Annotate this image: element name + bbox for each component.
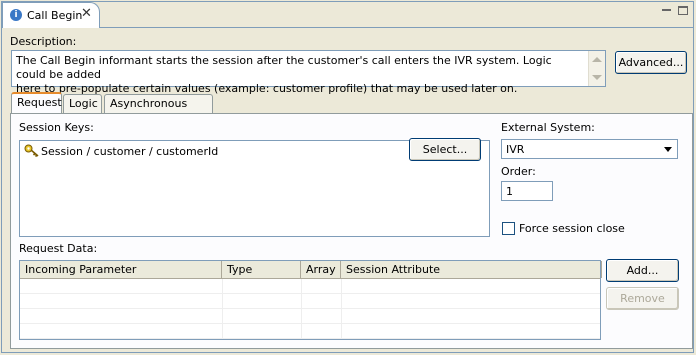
table-row[interactable] xyxy=(20,279,600,294)
scroll-up-icon[interactable] xyxy=(592,57,602,62)
order-field[interactable]: 1 xyxy=(501,181,553,201)
description-textarea[interactable]: The Call Begin informant starts the sess… xyxy=(11,50,606,95)
column-header-incoming-parameter[interactable]: Incoming Parameter xyxy=(20,261,222,278)
editor-tab-call-begin[interactable]: i Call Begin ✕ xyxy=(2,2,100,28)
order-value: 1 xyxy=(506,185,513,198)
description-scrollbar[interactable] xyxy=(588,51,605,86)
column-header-array[interactable]: Array xyxy=(301,261,341,278)
editor-tab-strip xyxy=(2,2,693,28)
request-data-label: Request Data: xyxy=(19,242,98,255)
info-icon: i xyxy=(10,9,22,21)
editor-tab-title: Call Begin xyxy=(27,9,83,22)
session-keys-label: Session Keys: xyxy=(19,121,94,134)
external-system-label: External System: xyxy=(501,121,595,134)
order-label: Order: xyxy=(501,165,536,178)
close-icon[interactable]: ✕ xyxy=(81,6,92,21)
tab-logic[interactable]: Logic xyxy=(63,94,102,114)
external-system-select[interactable]: IVR xyxy=(501,139,678,159)
column-header-type[interactable]: Type xyxy=(222,261,301,278)
force-session-close-label: Force session close xyxy=(519,222,625,235)
column-divider xyxy=(222,279,223,339)
advanced-button[interactable]: Advanced... xyxy=(615,51,687,74)
description-label: Description: xyxy=(10,35,77,48)
key-icon xyxy=(24,144,39,158)
select-button[interactable]: Select... xyxy=(409,138,481,161)
scroll-down-icon[interactable] xyxy=(592,75,602,80)
column-divider xyxy=(301,279,302,339)
chevron-down-icon[interactable] xyxy=(660,141,676,157)
maximize-icon[interactable] xyxy=(678,6,688,15)
tab-asynchronous-logic[interactable]: Asynchronous Logic xyxy=(104,94,213,128)
table-row[interactable] xyxy=(20,309,600,324)
session-key-text: Session / customer / customerId xyxy=(41,145,219,158)
tab-divider xyxy=(100,27,693,28)
tab-request[interactable]: Request xyxy=(11,92,62,114)
force-session-close-checkbox[interactable] xyxy=(502,222,515,235)
add-button[interactable]: Add... xyxy=(606,259,679,282)
minimize-icon[interactable] xyxy=(662,9,671,11)
request-data-table[interactable]: Incoming Parameter Type Array Session At… xyxy=(19,260,602,340)
external-system-value: IVR xyxy=(506,143,525,156)
description-text: The Call Begin informant starts the sess… xyxy=(16,54,552,95)
table-row[interactable] xyxy=(20,324,600,339)
column-header-session-attribute[interactable]: Session Attribute xyxy=(341,261,602,278)
remove-button[interactable]: Remove xyxy=(606,287,679,310)
table-row[interactable] xyxy=(20,294,600,309)
table-header: Incoming Parameter Type Array Session At… xyxy=(20,261,602,279)
column-divider xyxy=(341,279,342,339)
